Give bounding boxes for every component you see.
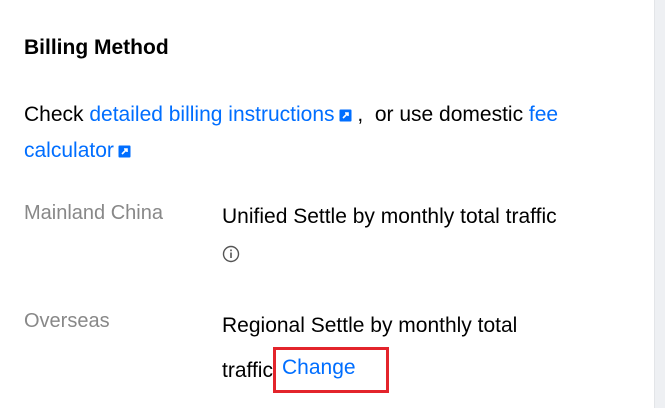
- overseas-billing-text-line1: Regional Settle by monthly total: [222, 314, 518, 337]
- external-link-icon: [339, 109, 351, 122]
- billing-instructions-link[interactable]: detailed billing instructions: [89, 103, 351, 126]
- section-title: Billing Method: [24, 36, 169, 59]
- billing-method-panel: Billing Method Check detailed billing in…: [0, 0, 655, 408]
- change-billing-button[interactable]: Change: [273, 347, 389, 393]
- info-icon[interactable]: [222, 245, 240, 263]
- mainland-china-value: Unified Settle by monthly total traffic: [222, 198, 642, 274]
- overseas-value: Regional Settle by monthly total traffic…: [222, 307, 642, 393]
- description-middle: , or use domestic: [351, 103, 529, 126]
- mainland-china-billing-text: Unified Settle by monthly total traffic: [222, 205, 557, 228]
- mainland-china-label: Mainland China: [24, 202, 163, 224]
- description-prefix: Check: [24, 103, 90, 126]
- overseas-label: Overseas: [24, 310, 110, 332]
- external-link-icon: [118, 145, 131, 158]
- billing-description: Check detailed billing instructions , or…: [24, 97, 644, 169]
- overseas-billing-text-line2: traffic: [222, 359, 273, 382]
